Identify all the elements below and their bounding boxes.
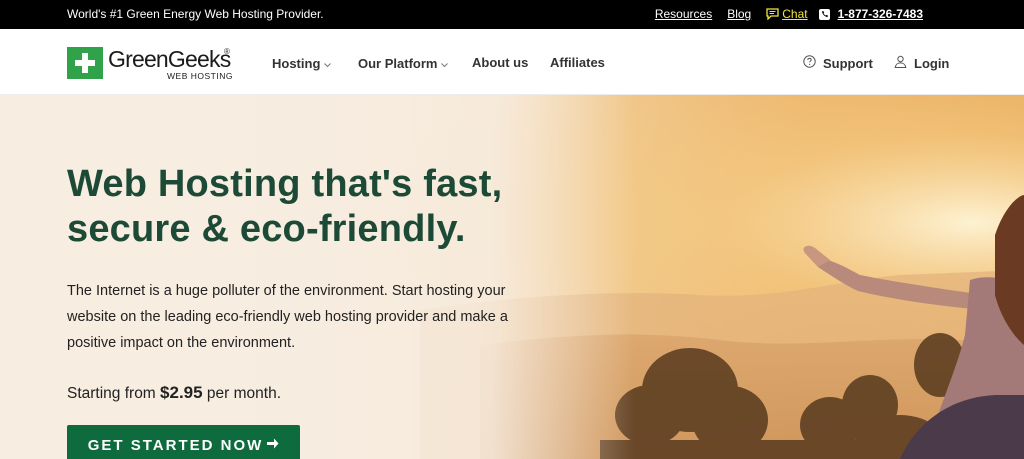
logo-words: GreenGeeks ® WEB HOSTING <box>108 46 232 81</box>
chevron-down-icon <box>324 56 332 71</box>
arrow-right-icon <box>266 437 279 454</box>
chat-link[interactable]: Chat <box>766 7 808 21</box>
nav-item-label: Affiliates <box>550 55 605 70</box>
price-suffix: per month. <box>206 385 282 402</box>
nav-item-label: Our Platform <box>358 56 438 71</box>
price-prefix: Starting from <box>67 385 156 402</box>
logo-subtitle: WEB HOSTING <box>167 71 233 81</box>
login-link[interactable]: Login <box>894 55 949 71</box>
nav-item-label: About us <box>472 55 529 70</box>
top-utility-bar: World's #1 Green Energy Web Hosting Prov… <box>0 0 1024 29</box>
plus-logo-icon <box>67 47 103 79</box>
logo-text: GreenGeeks <box>108 46 231 72</box>
user-icon <box>894 55 914 71</box>
resources-link[interactable]: Resources <box>655 7 712 21</box>
nav-item-label: Hosting <box>272 56 321 71</box>
hero-headline: Web Hosting that's fast, secure & eco-fr… <box>67 162 587 252</box>
cta-label: GET STARTED NOW <box>87 436 264 454</box>
nav-item-about-us[interactable]: About us <box>472 55 528 70</box>
question-circle-icon <box>803 55 823 71</box>
phone-icon <box>818 8 830 20</box>
logo-registered-mark: ® <box>224 47 230 56</box>
phone-link[interactable]: 1-877-326-7483 <box>818 7 923 21</box>
nav-item-affiliates[interactable]: Affiliates <box>550 55 605 70</box>
greengeeks-logo[interactable]: GreenGeeks ® WEB HOSTING <box>67 46 232 81</box>
headline-line-1: Web Hosting that's fast, <box>67 163 503 205</box>
get-started-button[interactable]: GET STARTED NOW <box>67 425 300 459</box>
main-navigation: GreenGeeks ® WEB HOSTING Hosting Our Pla… <box>0 29 1024 95</box>
support-label: Support <box>823 55 873 71</box>
nav-item-hosting[interactable]: Hosting <box>272 56 332 71</box>
login-label: Login <box>914 55 950 71</box>
hero-section: Web Hosting that's fast, secure & eco-fr… <box>0 95 1024 459</box>
tagline: World's #1 Green Energy Web Hosting Prov… <box>67 7 324 21</box>
price-amount: $2.95 <box>160 383 203 402</box>
utility-links: Resources Blog Chat 1-877-326-7483 <box>655 7 923 21</box>
chat-label: Chat <box>782 7 808 21</box>
chat-icon <box>766 8 779 20</box>
blog-link[interactable]: Blog <box>727 7 751 21</box>
phone-number: 1-877-326-7483 <box>837 7 923 21</box>
sunset-meadow-image <box>0 95 1024 459</box>
support-link[interactable]: Support <box>803 55 873 71</box>
starting-price: Starting from $2.95 per month. <box>67 383 281 403</box>
hero-description: The Internet is a huge polluter of the e… <box>67 283 508 351</box>
chevron-down-icon <box>441 56 449 71</box>
headline-line-2: secure & eco-friendly. <box>67 208 466 250</box>
nav-item-our-platform[interactable]: Our Platform <box>358 56 449 71</box>
